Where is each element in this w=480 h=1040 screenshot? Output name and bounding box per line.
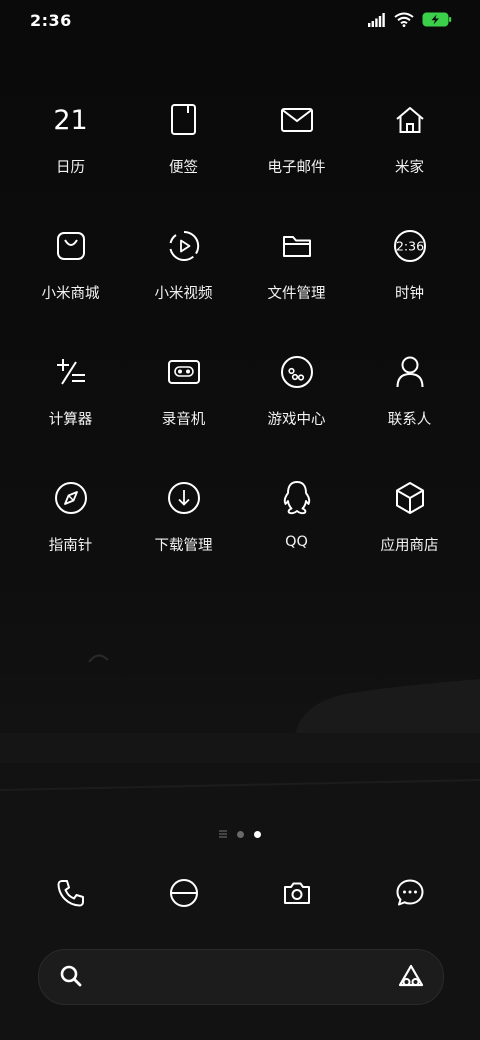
app-mi-store[interactable]: 小米商城 [14,218,127,344]
download-icon [156,470,212,526]
mail-icon [269,92,325,148]
app-label: 计算器 [48,412,93,428]
app-qq[interactable]: QQ [240,470,353,596]
app-grid: 21 日历 便签 电子邮件 米家 小米商城 小米视频 文件管理 2:36 时钟 … [14,92,466,596]
status-bar: 2:36 [0,0,480,42]
compass-icon [43,470,99,526]
app-game-center[interactable]: 游戏中心 [240,344,353,470]
app-download-manager[interactable]: 下载管理 [127,470,240,596]
shopping-bag-icon [43,218,99,274]
home-icon [382,92,438,148]
app-label: 应用商店 [380,538,439,554]
calculator-icon [43,344,99,400]
page-indicator-list-icon [219,830,227,838]
qq-icon [269,470,325,526]
app-contacts[interactable]: 联系人 [353,344,466,470]
recorder-icon [156,344,212,400]
page-dot [237,830,244,838]
messages-icon[interactable] [353,862,466,924]
app-label: 指南针 [48,538,93,554]
page-indicator[interactable] [0,830,480,838]
status-icons [368,12,452,27]
app-store-icon [382,470,438,526]
search-icon[interactable] [59,964,83,988]
browser-icon[interactable] [127,862,240,924]
battery-charging-icon [422,12,452,27]
notes-icon [156,92,212,148]
folder-icon [269,218,325,274]
app-compass[interactable]: 指南针 [14,470,127,596]
search-bar[interactable] [38,949,444,1005]
app-clock[interactable]: 2:36 时钟 [353,218,466,344]
app-label: 小米商城 [41,286,100,302]
calendar-day: 21 [53,104,88,136]
app-mi-video[interactable]: 小米视频 [127,218,240,344]
calendar-icon: 21 [43,92,99,148]
status-time: 2:36 [30,11,72,30]
app-label: 下载管理 [154,538,213,554]
app-label: 时钟 [395,286,424,302]
assistant-icon[interactable] [397,963,425,989]
phone-icon[interactable] [14,862,127,924]
app-recorder[interactable]: 录音机 [127,344,240,470]
app-app-store[interactable]: 应用商店 [353,470,466,596]
app-notes[interactable]: 便签 [127,92,240,218]
app-label: 电子邮件 [267,160,326,176]
app-label: 文件管理 [267,286,326,302]
video-icon [156,218,212,274]
app-label: 小米视频 [154,286,213,302]
app-mail[interactable]: 电子邮件 [240,92,353,218]
app-label: 录音机 [161,412,206,428]
app-calculator[interactable]: 计算器 [14,344,127,470]
app-calendar[interactable]: 21 日历 [14,92,127,218]
app-label: QQ [285,534,308,550]
app-label: 联系人 [387,412,432,428]
dock [14,862,466,924]
clock-icon-time: 2:36 [395,239,423,254]
camera-icon[interactable] [240,862,353,924]
contacts-icon [382,344,438,400]
signal-icon [368,12,386,27]
app-mi-home[interactable]: 米家 [353,92,466,218]
app-label: 游戏中心 [267,412,326,428]
clock-icon: 2:36 [382,218,438,274]
app-label: 米家 [395,160,424,176]
app-file-manager[interactable]: 文件管理 [240,218,353,344]
app-label: 日历 [56,160,85,176]
page-dot-active [254,830,261,838]
game-center-icon [269,344,325,400]
app-label: 便签 [169,160,198,176]
wifi-icon [394,12,414,27]
